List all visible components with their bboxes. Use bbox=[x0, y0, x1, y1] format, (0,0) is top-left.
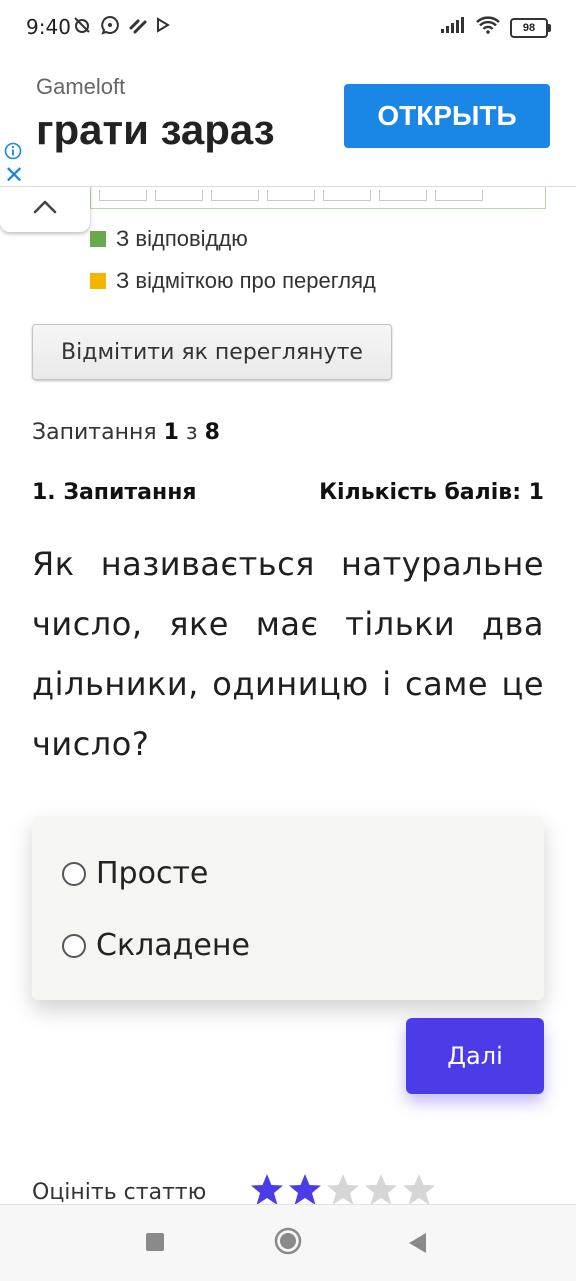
system-nav-bar bbox=[0, 1204, 576, 1281]
signal-icon bbox=[440, 16, 466, 39]
ad-headline[interactable]: грати зараз bbox=[36, 106, 275, 154]
chevron-up-icon bbox=[32, 199, 58, 220]
mark-as-reviewed-button[interactable]: Відмітити як переглянуте bbox=[32, 324, 392, 380]
answer-options: Просте Складене bbox=[32, 816, 544, 1000]
ad-banner[interactable]: Gameloft грати зараз ОТКРЫТЬ ✕ bbox=[0, 44, 576, 188]
option-label: Просте bbox=[96, 856, 209, 891]
collapse-ad-button[interactable] bbox=[0, 186, 90, 232]
wifi-icon bbox=[476, 16, 500, 39]
next-button[interactable]: Далі bbox=[406, 1018, 544, 1094]
answered-color-square bbox=[90, 231, 106, 247]
ad-close-icon[interactable]: ✕ bbox=[4, 164, 24, 188]
question-points: Кількість балів: 1 bbox=[319, 480, 544, 505]
counter-total: 8 bbox=[204, 420, 220, 445]
question-navigator-strip bbox=[90, 186, 546, 209]
link-icon bbox=[128, 15, 148, 35]
radio-button[interactable] bbox=[62, 933, 86, 958]
legend-marked-label: З відміткою про перегляд bbox=[116, 268, 376, 293]
battery-icon: 98 bbox=[510, 17, 551, 38]
viber-icon bbox=[100, 15, 120, 35]
option-prime[interactable]: Просте bbox=[62, 856, 208, 891]
question-counter: Запитання 1 з 8 bbox=[32, 420, 220, 445]
question-title: 1. Запитання bbox=[32, 480, 197, 505]
rating-label: Оцініть статтю bbox=[32, 1180, 207, 1205]
option-label: Складене bbox=[96, 928, 250, 963]
counter-current: 1 bbox=[163, 420, 179, 445]
option-composite[interactable]: Складене bbox=[62, 928, 250, 963]
home-icon[interactable] bbox=[274, 1227, 302, 1255]
ad-open-button[interactable]: ОТКРЫТЬ bbox=[344, 84, 550, 148]
alarm-off-icon bbox=[72, 15, 92, 35]
radio-button[interactable] bbox=[62, 861, 86, 886]
legend-marked: З відміткою про перегляд bbox=[90, 268, 376, 294]
question-text: Як називається натуральне число, яке має… bbox=[32, 545, 544, 763]
play-store-icon bbox=[156, 17, 170, 33]
back-icon[interactable] bbox=[406, 1231, 428, 1255]
status-time: 9:40 bbox=[26, 15, 71, 39]
ad-brand: Gameloft bbox=[36, 74, 126, 99]
counter-prefix: Запитання bbox=[32, 420, 157, 445]
legend-answered: З відповіддю bbox=[90, 226, 248, 252]
recent-apps-icon[interactable] bbox=[146, 1233, 164, 1251]
counter-separator: з bbox=[185, 420, 198, 445]
legend-answered-label: З відповіддю bbox=[116, 226, 248, 251]
marked-color-square bbox=[90, 273, 106, 289]
